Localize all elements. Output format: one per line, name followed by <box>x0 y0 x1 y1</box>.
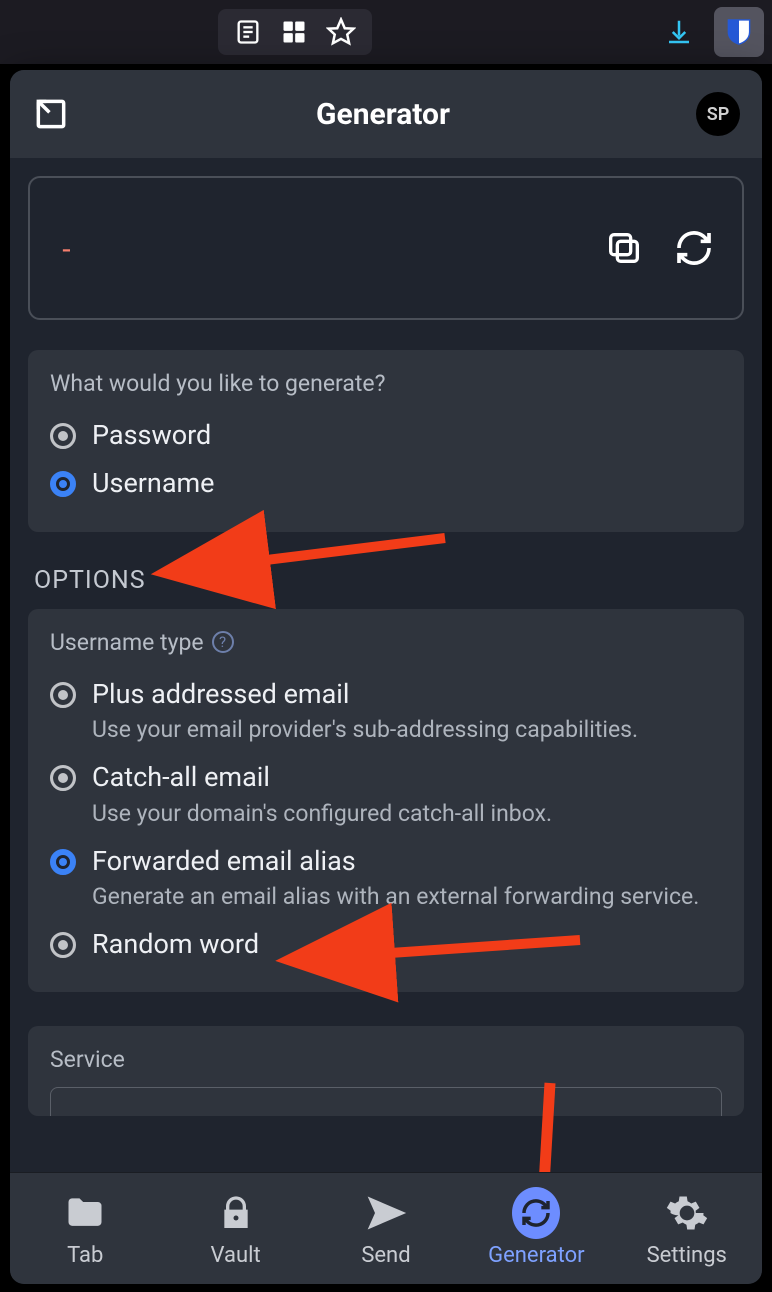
popout-icon[interactable] <box>32 95 70 133</box>
service-panel: Service <box>28 1026 744 1116</box>
lock-icon <box>212 1189 260 1237</box>
gear-icon <box>663 1189 711 1237</box>
regenerate-icon[interactable] <box>674 228 714 268</box>
refresh-icon <box>512 1189 560 1237</box>
tab-vault[interactable]: Vault <box>166 1189 306 1268</box>
radio-random-word[interactable]: Random word <box>50 920 722 968</box>
account-avatar[interactable]: SP <box>696 92 740 136</box>
extension-popup: Generator SP - <box>10 70 762 1284</box>
popup-header: Generator SP <box>10 70 762 158</box>
username-type-label: Username type ? <box>50 629 722 656</box>
generate-type-question: What would you like to generate? <box>50 370 722 397</box>
folder-icon <box>61 1189 109 1237</box>
browser-toolbar <box>0 0 772 64</box>
browser-icon-group <box>218 9 372 55</box>
radio-catch-all[interactable]: Catch-all email Use your domain's config… <box>50 753 722 836</box>
radio-plus-addressed[interactable]: Plus addressed email Use your email prov… <box>50 670 722 753</box>
grid-icon[interactable] <box>280 18 308 46</box>
radio-indicator <box>50 932 76 958</box>
tab-settings[interactable]: Settings <box>617 1189 757 1268</box>
radio-forwarded-alias[interactable]: Forwarded email alias Generate an email … <box>50 837 722 920</box>
radio-indicator <box>50 765 76 791</box>
download-icon[interactable] <box>654 7 704 57</box>
options-heading: OPTIONS <box>34 566 744 595</box>
generated-value: - <box>58 232 604 265</box>
bottom-tabbar: Tab Vault Send <box>10 1172 762 1284</box>
radio-username[interactable]: Username <box>50 459 722 507</box>
username-type-panel: Username type ? Plus addressed email Use… <box>28 609 744 993</box>
radio-indicator <box>50 682 76 708</box>
tab-send[interactable]: Send <box>316 1189 456 1268</box>
copy-icon[interactable] <box>604 228 644 268</box>
bitwarden-extension-icon[interactable] <box>714 7 764 57</box>
tab-tab[interactable]: Tab <box>15 1189 155 1268</box>
radio-indicator <box>50 471 76 497</box>
service-label: Service <box>50 1046 722 1073</box>
generate-type-panel: What would you like to generate? Passwor… <box>28 350 744 532</box>
page-title: Generator <box>316 97 450 132</box>
generated-value-card: - <box>28 176 744 320</box>
help-icon[interactable]: ? <box>212 631 234 653</box>
radio-indicator <box>50 423 76 449</box>
send-icon <box>362 1189 410 1237</box>
popup-body: - What <box>10 158 762 1172</box>
reader-icon[interactable] <box>234 18 262 46</box>
radio-indicator <box>50 849 76 875</box>
tab-generator[interactable]: Generator <box>466 1189 606 1268</box>
star-icon[interactable] <box>326 17 356 47</box>
service-select[interactable] <box>50 1087 722 1116</box>
radio-password[interactable]: Password <box>50 411 722 459</box>
